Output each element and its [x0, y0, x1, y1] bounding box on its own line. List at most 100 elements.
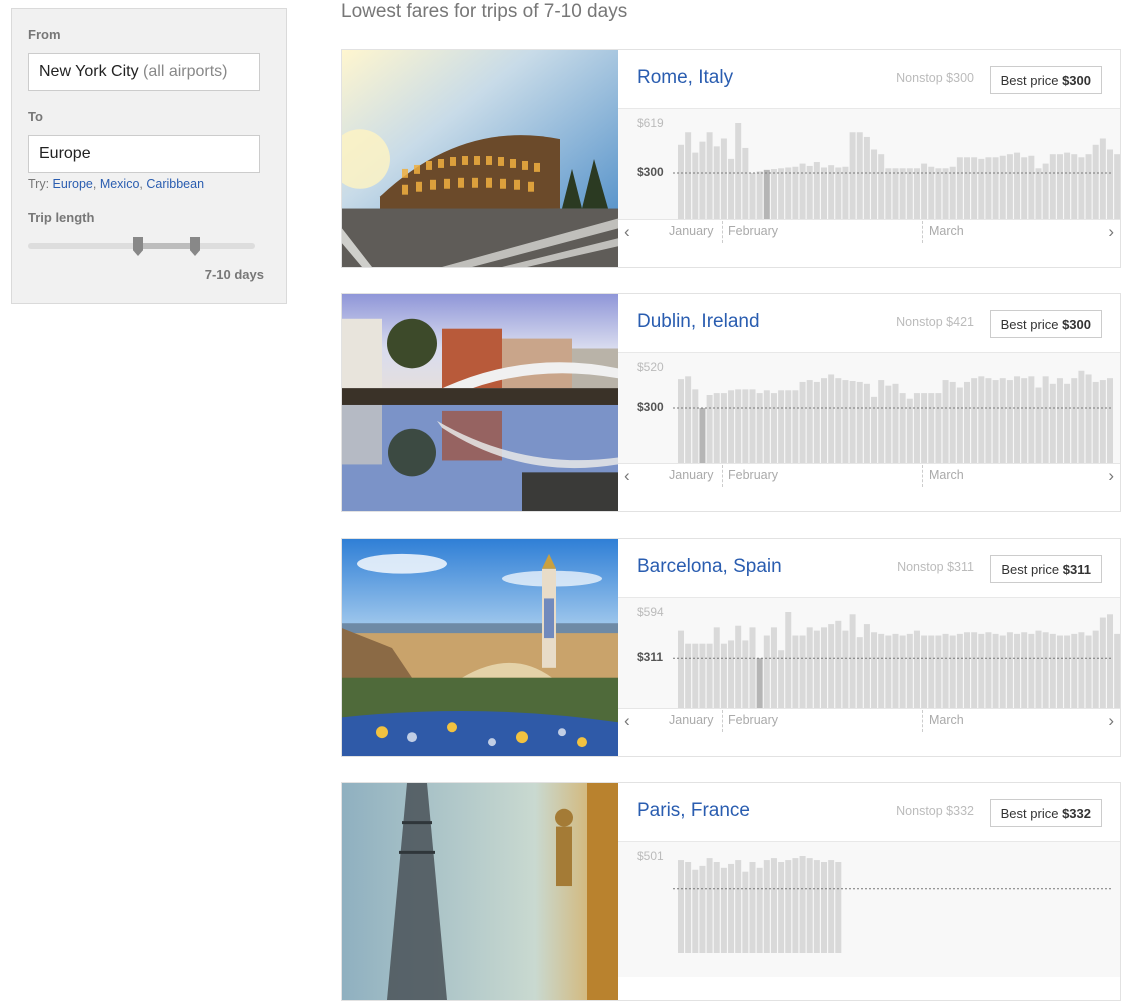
fare-bar[interactable] [956, 387, 963, 464]
fare-bar[interactable] [813, 860, 820, 953]
fare-bar[interactable] [792, 635, 799, 709]
fare-bar[interactable] [1099, 138, 1106, 220]
fare-bar[interactable] [913, 393, 920, 464]
fare-bar[interactable] [1014, 376, 1021, 464]
fare-bar[interactable] [1049, 383, 1056, 464]
fare-bar[interactable] [685, 376, 692, 464]
fare-bar[interactable] [856, 637, 863, 709]
fare-bar[interactable] [828, 374, 835, 464]
best-price-button[interactable]: Best price $300 [989, 310, 1102, 338]
chevron-right-icon[interactable]: › [1108, 711, 1114, 731]
fare-bar[interactable] [878, 380, 885, 464]
fare-bar[interactable] [1028, 376, 1035, 464]
fare-bar[interactable] [856, 132, 863, 220]
fare-bar[interactable] [699, 408, 706, 464]
fare-bar[interactable] [942, 380, 949, 464]
fare-bar[interactable] [935, 635, 942, 709]
fare-bar[interactable] [713, 393, 720, 464]
fare-bar[interactable] [699, 141, 706, 220]
fare-bar[interactable] [770, 627, 777, 709]
fare-bar[interactable] [871, 149, 878, 220]
fare-bar[interactable] [892, 633, 899, 709]
barcelona-park-photo[interactable] [342, 539, 618, 756]
fare-bar[interactable] [871, 396, 878, 464]
fare-bar[interactable] [728, 158, 735, 220]
fare-bar[interactable] [964, 632, 970, 709]
fare-bar[interactable] [1021, 632, 1028, 709]
fare-bar[interactable] [713, 146, 720, 220]
fare-bar[interactable] [1107, 614, 1113, 709]
fare-bar[interactable] [813, 162, 820, 220]
fare-bar[interactable] [742, 871, 749, 953]
fare-bar[interactable] [1056, 378, 1063, 464]
fare-bar[interactable] [1006, 380, 1013, 464]
fare-bar[interactable] [799, 635, 806, 709]
fare-bar[interactable] [692, 389, 699, 464]
fare-bar[interactable] [785, 612, 792, 709]
suggestion-mexico[interactable]: Mexico [100, 177, 140, 191]
fare-bar[interactable] [921, 635, 928, 709]
fare-bar[interactable] [1114, 633, 1120, 709]
fare-bar[interactable] [849, 380, 856, 464]
fare-bar[interactable] [1049, 633, 1056, 709]
fare-bar[interactable] [792, 166, 799, 220]
fare-bar[interactable] [713, 627, 720, 709]
fare-bar[interactable] [928, 635, 935, 709]
fare-bar[interactable] [1092, 144, 1099, 220]
slider-handle-min[interactable] [133, 237, 143, 256]
fare-bar[interactable] [749, 172, 756, 220]
fare-bar[interactable] [685, 862, 692, 953]
fare-bar[interactable] [1071, 378, 1078, 464]
fare-bar[interactable] [835, 862, 842, 953]
fare-bar[interactable] [906, 168, 913, 220]
fare-bar[interactable] [892, 383, 899, 464]
fare-bar[interactable] [742, 389, 749, 464]
fare-bar[interactable] [999, 155, 1006, 220]
fare-bar[interactable] [1028, 155, 1035, 220]
fare-bar[interactable] [971, 157, 978, 220]
fare-bar[interactable] [1064, 152, 1071, 220]
fare-bar[interactable] [928, 393, 935, 464]
fare-bar[interactable] [863, 383, 870, 464]
fare-bar[interactable] [692, 152, 699, 220]
to-field[interactable]: Europe [28, 135, 260, 173]
best-price-button[interactable]: Best price $300 [989, 66, 1102, 94]
fare-bar[interactable] [1014, 633, 1021, 709]
fare-bar[interactable] [785, 390, 792, 464]
fare-bar[interactable] [720, 643, 727, 709]
fare-bar[interactable] [735, 625, 742, 709]
fare-bar[interactable] [885, 635, 892, 709]
fare-bar[interactable] [1078, 370, 1085, 464]
fare-bar[interactable] [964, 157, 970, 220]
fare-bar[interactable] [935, 168, 942, 220]
fare-bar[interactable] [1021, 378, 1028, 464]
from-field[interactable]: New York City (all airports) [28, 53, 260, 91]
chevron-left-icon[interactable]: ‹ [624, 711, 630, 731]
fare-bar[interactable] [842, 380, 849, 464]
fare-bar[interactable] [799, 163, 806, 220]
fare-bar[interactable] [992, 380, 999, 464]
suggestion-caribbean[interactable]: Caribbean [146, 177, 204, 191]
fare-bar[interactable] [978, 158, 985, 220]
fare-bar[interactable] [849, 132, 856, 220]
fare-bar[interactable] [742, 147, 749, 220]
fare-bar[interactable] [863, 624, 870, 709]
fare-bar[interactable] [899, 393, 906, 464]
fare-bar[interactable] [735, 123, 742, 220]
fare-bar[interactable] [1035, 387, 1042, 464]
fare-bar[interactable] [792, 390, 799, 464]
fare-bar[interactable] [770, 393, 777, 464]
fare-bar[interactable] [706, 643, 713, 709]
fare-bar[interactable] [749, 627, 756, 709]
fare-bar[interactable] [878, 154, 885, 220]
fare-bar[interactable] [1085, 635, 1092, 709]
fare-bar[interactable] [913, 168, 920, 220]
destination-city-link[interactable]: Dublin, Ireland [637, 311, 760, 333]
fare-bar[interactable] [1114, 154, 1120, 220]
fare-bar[interactable] [778, 390, 785, 464]
destination-city-link[interactable]: Rome, Italy [637, 67, 733, 89]
fare-bar[interactable] [999, 635, 1006, 709]
fare-bar[interactable] [942, 168, 949, 220]
fare-bar[interactable] [692, 869, 699, 953]
fare-bar[interactable] [763, 169, 770, 220]
